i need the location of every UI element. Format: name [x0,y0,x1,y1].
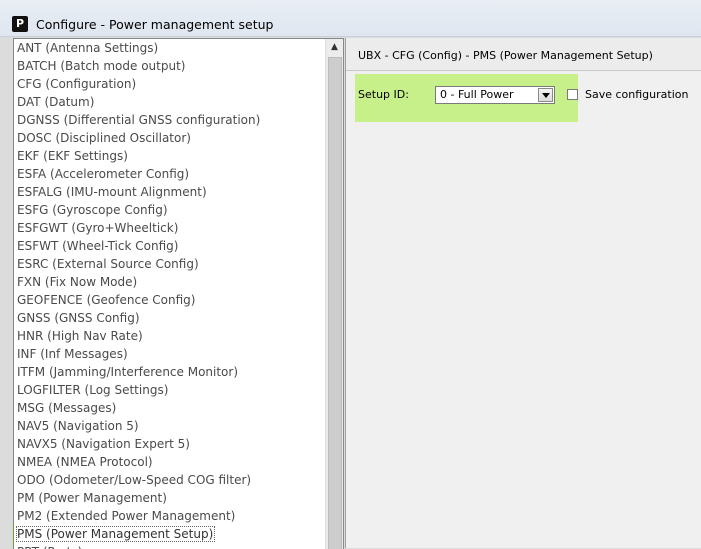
list-item[interactable]: HNR (High Nav Rate) [14,327,323,345]
list-item[interactable]: NAV5 (Navigation 5) [14,417,323,435]
list-item[interactable]: GEOFENCE (Geofence Config) [14,291,323,309]
list-item-label: NMEA (NMEA Protocol) [17,455,153,469]
list-item-label: ESFA (Accelerometer Config) [17,167,190,181]
list-item[interactable]: ESFWT (Wheel-Tick Config) [14,237,323,255]
list-item-label: ESRC (External Source Config) [17,257,199,271]
list-item[interactable]: ESRC (External Source Config) [14,255,323,273]
list-item[interactable]: ANT (Antenna Settings) [14,39,323,57]
config-panel: UBX - CFG (Config) - PMS (Power Manageme… [345,38,701,548]
list-item-label: INF (Inf Messages) [17,347,128,361]
list-item-label: PMS (Power Management Setup) [15,526,216,542]
list-item-label: ODO (Odometer/Low-Speed COG filter) [17,473,252,487]
list-item-label: ANT (Antenna Settings) [17,41,159,55]
list-item-label: ESFWT (Wheel-Tick Config) [17,239,179,253]
list-item-label: EKF (EKF Settings) [17,149,128,163]
list-item-label: NAVX5 (Navigation Expert 5) [17,437,190,451]
list-item[interactable]: PM (Power Management) [14,489,323,507]
list-item-label: DGNSS (Differential GNSS configuration) [17,113,261,127]
list-item-label: NAV5 (Navigation 5) [17,419,139,433]
list-item[interactable]: EKF (EKF Settings) [14,147,323,165]
list-item-label: GEOFENCE (Geofence Config) [17,293,196,307]
list-item-label: PM2 (Extended Power Management) [17,509,236,523]
list-item[interactable]: ITFM (Jamming/Interference Monitor) [14,363,323,381]
setup-id-label: Setup ID: [358,88,409,101]
list-item-label: ESFALG (IMU-mount Alignment) [17,185,207,199]
list-item[interactable]: ESFALG (IMU-mount Alignment) [14,183,323,201]
list-item[interactable]: NAVX5 (Navigation Expert 5) [14,435,323,453]
list-item[interactable]: INF (Inf Messages) [14,345,323,363]
list-item[interactable]: CFG (Configuration) [14,75,323,93]
setup-id-value: 0 - Full Power [440,88,514,101]
list-item[interactable]: FXN (Fix Now Mode) [14,273,323,291]
list-item[interactable]: MSG (Messages) [14,399,323,417]
panel-header: UBX - CFG (Config) - PMS (Power Manageme… [346,38,701,71]
list-item[interactable]: GNSS (GNSS Config) [14,309,323,327]
message-list-items: ANT (Antenna Settings) BATCH (Batch mode … [14,39,323,549]
list-item-label: GNSS (GNSS Config) [17,311,140,325]
list-item-label: CFG (Configuration) [17,77,137,91]
list-item-selected[interactable]: PMS (Power Management Setup) [14,525,323,543]
app-icon: P [12,16,28,32]
list-item-label: ESFGWT (Gyro+Wheeltick) [17,221,179,235]
list-item-label: ITFM (Jamming/Interference Monitor) [17,365,239,379]
list-item[interactable]: ODO (Odometer/Low-Speed COG filter) [14,471,323,489]
list-item[interactable]: ESFA (Accelerometer Config) [14,165,323,183]
scrollbar-thumb[interactable] [328,57,342,549]
list-item[interactable]: DOSC (Disciplined Oscillator) [14,129,323,147]
vertical-scrollbar[interactable]: ▲ [325,39,343,549]
list-item[interactable]: PM2 (Extended Power Management) [14,507,323,525]
save-configuration-label[interactable]: Save configuration [585,88,688,101]
panel-title: UBX - CFG (Config) - PMS (Power Manageme… [358,49,653,62]
list-item[interactable]: PRT (Ports) [14,543,323,549]
title-bar: P Configure - Power management setup [0,0,701,37]
list-item-label: BATCH (Batch mode output) [17,59,186,73]
save-configuration-checkbox[interactable] [567,89,578,100]
list-item-label: MSG (Messages) [17,401,117,415]
message-list[interactable]: ANT (Antenna Settings) BATCH (Batch mode … [13,38,344,549]
list-item[interactable]: ESFGWT (Gyro+Wheeltick) [14,219,323,237]
list-item[interactable]: BATCH (Batch mode output) [14,57,323,75]
window-title: Configure - Power management setup [36,17,274,32]
list-item[interactable]: LOGFILTER (Log Settings) [14,381,323,399]
list-item-label: DOSC (Disciplined Oscillator) [17,131,191,145]
list-item[interactable]: NMEA (NMEA Protocol) [14,453,323,471]
list-item-label: DAT (Datum) [17,95,95,109]
dropdown-arrow-icon[interactable] [538,88,553,102]
list-item-label: PRT (Ports) [17,545,82,549]
list-item-label: FXN (Fix Now Mode) [17,275,138,289]
list-item[interactable]: DAT (Datum) [14,93,323,111]
setup-id-select[interactable]: 0 - Full Power [435,86,555,104]
list-item-label: LOGFILTER (Log Settings) [17,383,169,397]
scroll-up-arrow-icon[interactable]: ▲ [326,39,343,56]
list-item[interactable]: DGNSS (Differential GNSS configuration) [14,111,323,129]
list-item-label: HNR (High Nav Rate) [17,329,143,343]
list-item-label: PM (Power Management) [17,491,167,505]
list-item-label: ESFG (Gyroscope Config) [17,203,168,217]
list-item[interactable]: ESFG (Gyroscope Config) [14,201,323,219]
